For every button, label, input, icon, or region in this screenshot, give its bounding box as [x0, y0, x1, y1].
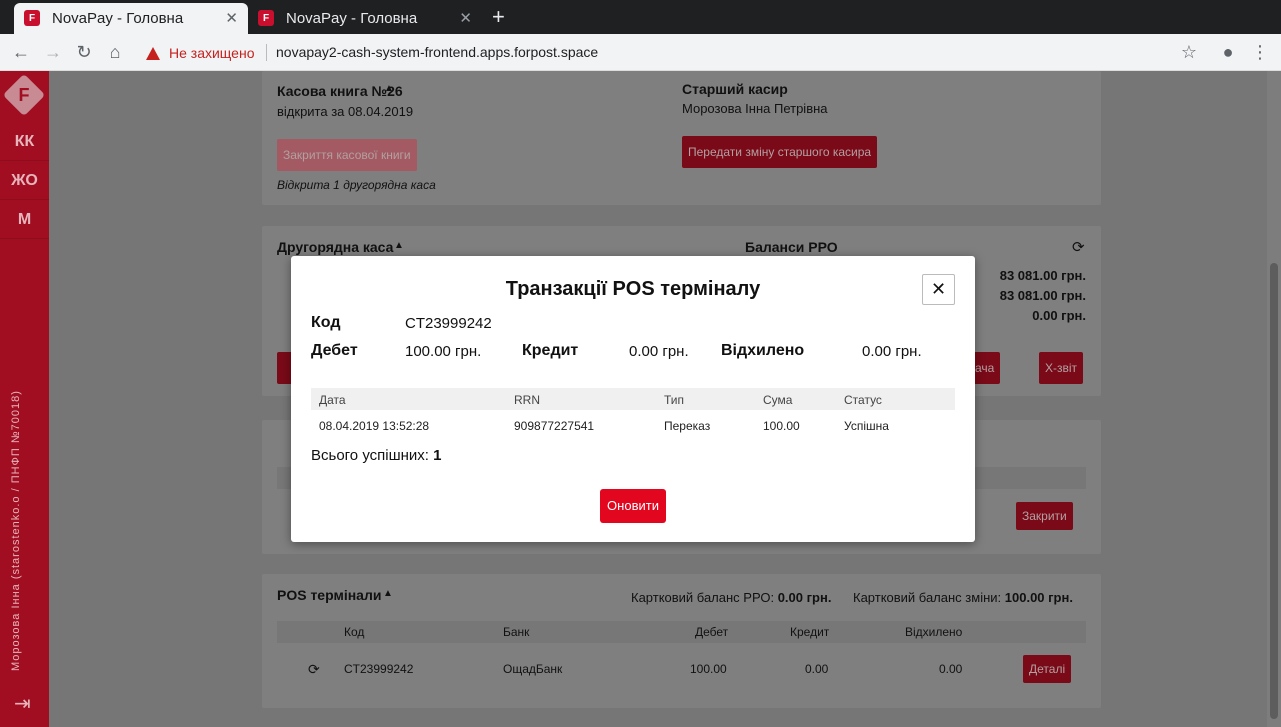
transfer-shift-button[interactable]: Передати зміну старшого касира [682, 136, 878, 168]
novapay-logo-icon[interactable]: F [2, 73, 46, 117]
sidebar: F КК ЖО М Морозова Інна (starostenko.o /… [0, 71, 49, 727]
balance-value: 0.00 грн. [1032, 308, 1086, 323]
close-button[interactable]: Закрити [1016, 502, 1073, 530]
total-label: Всього успішних: [311, 447, 429, 464]
close-icon[interactable]: ✕ [922, 274, 955, 305]
header-sum: Сума [763, 393, 793, 407]
browser-tab-bar: F NovaPay - Головна ✕ F NovaPay - Головн… [0, 0, 1281, 34]
reload-icon[interactable]: ↻ [73, 41, 95, 63]
credit-label: Кредит [522, 342, 579, 359]
x-report-button[interactable]: Х-звіт [1039, 352, 1084, 384]
card-balance-rro: Картковий баланс РРО: 0.00 грн. [631, 590, 832, 605]
rejected-value: 0.00 грн. [862, 343, 922, 360]
menu-kebab-icon[interactable]: ⋮ [1249, 41, 1271, 63]
header-credit: Кредит [790, 625, 830, 639]
cashbook-opened: відкрита за 08.04.2019 [277, 104, 414, 119]
tab-title: NovaPay - Головна [286, 10, 418, 27]
row-type: Переказ [664, 419, 711, 433]
total-value: 1 [433, 447, 442, 464]
balance-value: 83 081.00 грн. [999, 268, 1086, 283]
code-value: CT23999242 [405, 315, 492, 332]
cashbook-card: Касова книга №26 ▲ відкрита за 08.04.201… [262, 71, 1101, 205]
collapse-caret-icon[interactable]: ▲ [394, 240, 404, 251]
browser-tab[interactable]: F NovaPay - Головна ✕ [248, 3, 482, 34]
profile-icon[interactable]: ● [1217, 41, 1239, 63]
balance-value: 83 081.00 грн. [999, 288, 1086, 303]
row-rrn: 909877227541 [514, 419, 595, 433]
row-sum: 100.00 [763, 419, 800, 433]
sidebar-item-m[interactable]: М [0, 201, 49, 239]
pos-row-credit: 0.00 [805, 662, 829, 676]
tab-title: NovaPay - Головна [52, 10, 184, 27]
modal-title: Транзакції POS терміналу [505, 278, 761, 300]
close-cashbook-button[interactable]: Закриття касової книги [277, 139, 417, 171]
debit-label: Дебет [311, 342, 358, 359]
pos-row-code: CT23999242 [344, 662, 414, 676]
debit-value: 100.00 грн. [405, 343, 482, 360]
collapse-caret-icon[interactable]: ▲ [384, 83, 394, 94]
novapay-favicon-icon: F [24, 10, 40, 26]
new-tab-icon[interactable]: + [492, 4, 505, 30]
security-label: Не захищено [169, 45, 255, 61]
senior-cashier-name: Морозова Інна Петрівна [682, 101, 828, 116]
rejected-label: Відхилено [721, 342, 805, 359]
warning-triangle-icon [146, 46, 160, 60]
code-label: Код [311, 314, 341, 331]
row-status: Успішна [844, 419, 889, 433]
details-button[interactable]: Деталі [1023, 655, 1072, 683]
bookmark-star-icon[interactable]: ☆ [1178, 41, 1200, 63]
card-balance-shift: Картковий баланс зміни: 100.00 грн. [853, 590, 1073, 605]
omnibox-divider [266, 44, 267, 61]
total-successful: Всього успішних: 1 [311, 447, 441, 464]
pos-row-bank: ОщадБанк [503, 662, 563, 676]
transactions-table-header: Дата RRN Тип Сума Статус [311, 388, 955, 410]
refresh-icon[interactable]: ⟳ [1072, 238, 1085, 256]
collapse-caret-icon[interactable]: ▲ [383, 588, 393, 599]
pos-row-rejected: 0.00 [939, 662, 963, 676]
browser-toolbar: ← → ↻ ⌂ Не захищено novapay2-cash-system… [0, 34, 1281, 71]
security-warning[interactable]: Не захищено [146, 45, 254, 61]
sidebar-item-kk[interactable]: КК [0, 123, 49, 161]
address-bar-url[interactable]: novapay2-cash-system-frontend.apps.forpo… [276, 44, 598, 60]
home-icon[interactable]: ⌂ [104, 41, 126, 63]
senior-cashier-label: Старший касир [682, 81, 788, 97]
novapay-favicon-icon: F [258, 10, 274, 26]
page-scrollbar[interactable] [1267, 71, 1281, 727]
pos-row-debit: 100.00 [690, 662, 727, 676]
header-rrn: RRN [514, 393, 540, 407]
sidebar-user-text: Морозова Інна (starostenko.o / ПНФП №700… [10, 390, 22, 671]
header-rejected: Відхилено [905, 625, 963, 639]
header-status: Статус [844, 393, 882, 407]
forward-arrow-icon[interactable]: → [42, 41, 64, 63]
pos-terminals-card: POS термінали ▲ Картковий баланс РРО: 0.… [262, 574, 1101, 708]
cashbook-note: Відкрита 1 другорядна каса [277, 178, 436, 192]
tab-close-icon[interactable]: ✕ [459, 9, 472, 27]
scrollbar-thumb[interactable] [1270, 263, 1278, 719]
pos-title: POS термінали [277, 587, 382, 603]
header-date: Дата [319, 393, 346, 407]
refresh-button[interactable]: Оновити [600, 489, 666, 523]
header-debit: Дебет [695, 625, 729, 639]
logout-icon[interactable]: ⇥ [14, 691, 31, 716]
secondary-title: Другорядна каса [277, 239, 394, 255]
back-arrow-icon[interactable]: ← [10, 41, 32, 63]
refresh-icon[interactable]: ⟳ [308, 661, 320, 678]
row-date: 08.04.2019 13:52:28 [319, 419, 430, 433]
credit-value: 0.00 грн. [629, 343, 689, 360]
balances-title: Баланси РРО [745, 239, 838, 255]
header-code: Код [344, 625, 365, 639]
browser-tab-active[interactable]: F NovaPay - Головна ✕ [14, 3, 248, 34]
pos-table-header: Код Банк Дебет Кредит Відхилено [277, 621, 1086, 643]
tab-close-icon[interactable]: ✕ [225, 9, 238, 27]
header-bank: Банк [503, 625, 530, 639]
header-type: Тип [664, 393, 685, 407]
pos-transactions-modal: Транзакції POS терміналу ✕ Код CT2399924… [291, 256, 975, 542]
sidebar-item-zho[interactable]: ЖО [0, 162, 49, 200]
